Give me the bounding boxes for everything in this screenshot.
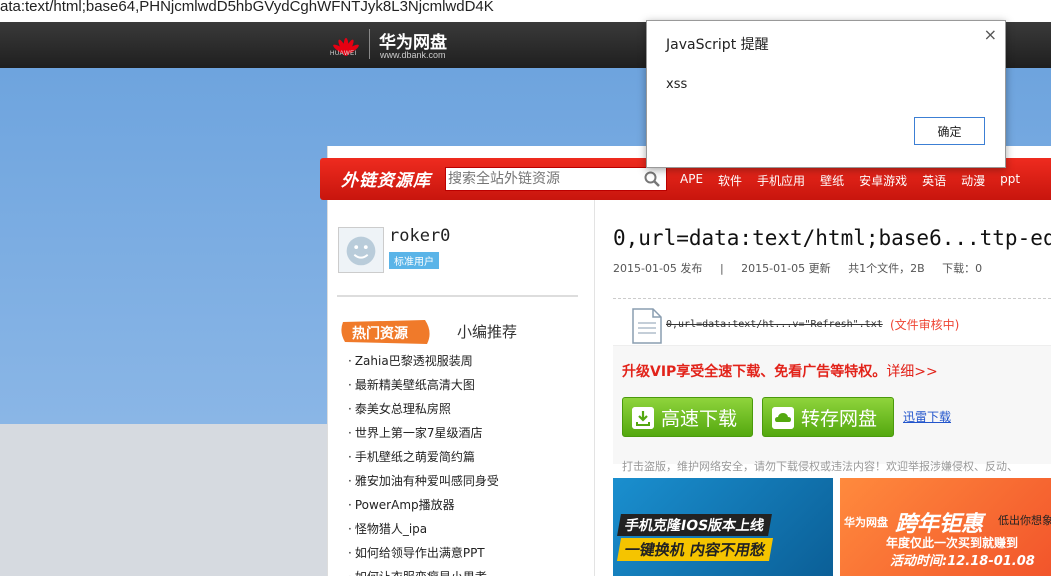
category-link[interactable]: 安卓游戏: [859, 172, 907, 189]
list-item[interactable]: 泰美女总理私房照: [348, 400, 499, 424]
ad-subline: 一键换机 内容不用愁: [616, 538, 774, 561]
ad-tagline: 低出你想象: [998, 514, 1051, 527]
resource-library-title[interactable]: 外链资源库: [341, 166, 431, 191]
copyright-notice: 打击盗版，维护网络安全，请勿下载侵权或违法内容！欢迎举报涉嫌侵权、反动、: [622, 460, 1018, 473]
fast-download-button[interactable]: 高速下载: [622, 397, 753, 437]
category-link[interactable]: APE: [680, 172, 703, 189]
sidebar-divider: [337, 295, 578, 297]
list-item[interactable]: 最新精美壁纸高清大图: [348, 376, 499, 400]
vip-promo-text: 升级VIP享受全速下载、免看广告等特权。: [622, 364, 887, 380]
column-divider: [594, 200, 595, 576]
document-icon: [632, 308, 662, 344]
save-to-drive-label: 转存网盘: [801, 407, 878, 430]
ad-headline: 手机克隆IOS版本上线: [617, 514, 773, 536]
list-item[interactable]: 雅安加油有种爱叫感同身受: [348, 472, 499, 496]
fast-download-label: 高速下载: [661, 407, 738, 430]
ad-dates: 活动时间:12.18-01.08: [890, 554, 1035, 569]
ok-button[interactable]: 确定: [914, 117, 985, 145]
update-date: 2015-01-05 更新: [741, 262, 831, 275]
file-title: 0,url=data:text/html;base6...ttp-eq: [613, 226, 1051, 250]
dialog-title: JavaScript 提醒: [666, 37, 769, 53]
username[interactable]: roker0: [389, 226, 450, 246]
save-to-drive-button[interactable]: 转存网盘: [762, 397, 894, 437]
list-item[interactable]: PowerAmp播放器: [348, 496, 499, 520]
vip-details-link[interactable]: 详细>>: [886, 364, 937, 380]
dialog-message: xss: [666, 77, 688, 92]
download-icon: [632, 407, 654, 429]
search-box: [445, 167, 667, 191]
list-item[interactable]: 如何给领导作出满意PPT: [348, 544, 499, 568]
category-link[interactable]: 英语: [922, 172, 946, 189]
address-bar[interactable]: ata:text/html;base64,PHNjcmlwdD5hbGVydCg…: [0, 0, 1051, 22]
meta-separator: |: [719, 262, 724, 275]
file-meta: 2015-01-05 发布 | 2015-01-05 更新 共1个文件，2B 下…: [613, 260, 996, 276]
list-item[interactable]: 世界上第一家7星级酒店: [348, 424, 499, 448]
search-icon[interactable]: [644, 171, 660, 187]
list-item[interactable]: 如何让衣服变瘦显小男孝: [348, 568, 499, 576]
hot-resource-list: Zahia巴黎透视服装周 最新精美壁纸高清大图 泰美女总理私房照 世界上第一家7…: [348, 352, 499, 576]
download-count: 下载：0: [942, 262, 983, 275]
xunlei-download-link[interactable]: 迅雷下载: [903, 408, 951, 425]
javascript-alert-dialog: JavaScript 提醒 × xss 确定: [646, 20, 1006, 168]
vip-promo: 升级VIP享受全速下载、免看广告等特权。详细>>: [622, 361, 938, 381]
ad-brand: 华为网盘: [844, 516, 888, 529]
avatar[interactable]: [338, 227, 384, 273]
ad-banner-phone-clone[interactable]: 手机克隆IOS版本上线 一键换机 内容不用愁: [613, 478, 833, 576]
ad-subline: 年度仅此一次买到就赚到: [886, 536, 1019, 550]
user-level-badge: 标准用户: [389, 252, 439, 269]
list-item[interactable]: 手机壁纸之萌爱简约篇: [348, 448, 499, 472]
file-summary: 共1个文件，2B: [848, 262, 925, 275]
category-links: APE 软件 手机应用 壁纸 安卓游戏 英语 动漫 ppt: [680, 172, 1035, 189]
category-link[interactable]: 软件: [718, 172, 742, 189]
cloud-icon: [772, 407, 794, 429]
search-input[interactable]: [446, 168, 636, 190]
list-item[interactable]: 怪物猎人_ipa: [348, 520, 499, 544]
close-icon[interactable]: ×: [984, 25, 997, 44]
category-link[interactable]: 动漫: [961, 172, 985, 189]
tab-editor-picks[interactable]: 小编推荐: [457, 321, 517, 342]
category-link[interactable]: ppt: [1000, 172, 1020, 189]
tab-hot-resources[interactable]: 热门资源: [352, 323, 408, 343]
list-item[interactable]: Zahia巴黎透视服装周: [348, 352, 499, 376]
logo-separator: [369, 29, 370, 59]
category-link[interactable]: 手机应用: [757, 172, 805, 189]
publish-date: 2015-01-05 发布: [613, 262, 703, 275]
category-link[interactable]: 壁纸: [820, 172, 844, 189]
ad-banner-new-year[interactable]: 华为网盘 跨年钜惠 低出你想象 年度仅此一次买到就赚到 活动时间:12.18-0…: [840, 478, 1051, 576]
file-name[interactable]: 0,url=data:text/ht...v="Refresh".txt: [666, 319, 883, 330]
review-status: (文件审核中): [890, 318, 960, 332]
brand-text: HUAWEI: [330, 51, 357, 57]
site-url: www.dbank.com: [380, 50, 446, 60]
